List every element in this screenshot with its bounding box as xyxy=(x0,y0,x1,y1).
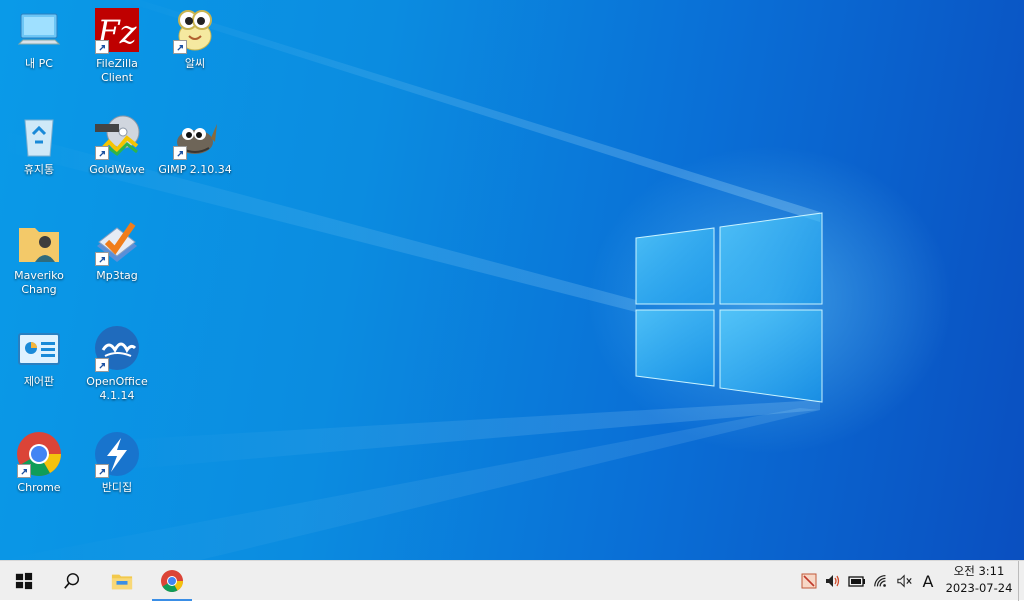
desktop-icon-filezilla[interactable]: Fz FileZilla Client xyxy=(78,6,156,85)
icon-label: Mp3tag xyxy=(96,269,138,282)
desktop-icon-recycle-bin[interactable]: 휴지통 xyxy=(0,112,78,177)
icon-label: Maveriko Chang xyxy=(14,269,64,296)
shortcut-arrow-icon xyxy=(95,146,109,160)
mute-icon xyxy=(897,574,912,588)
search-icon xyxy=(64,573,80,589)
control-panel-icon xyxy=(15,324,63,372)
input-mode-icon: A xyxy=(922,571,934,591)
alsee-icon xyxy=(171,6,219,54)
chrome-taskbar-button[interactable] xyxy=(152,561,192,601)
desktop-icon-alsee[interactable]: 알씨 xyxy=(156,6,234,71)
desktop-icon-gimp[interactable]: GIMP 2.10.34 xyxy=(156,112,234,177)
desktop-icon-user-folder[interactable]: Maveriko Chang xyxy=(0,218,78,297)
desktop-icon-chrome[interactable]: Chrome xyxy=(0,430,78,495)
speaker-icon xyxy=(826,575,840,587)
mp3tag-icon xyxy=(93,218,141,266)
icon-label: GIMP 2.10.34 xyxy=(158,163,232,176)
shortcut-arrow-icon xyxy=(95,252,109,266)
desktop: 내 PC 휴지통 Maveriko Chang 제어판 Chrome Fz Fi… xyxy=(0,0,1024,560)
tray-network[interactable] xyxy=(870,561,892,601)
shortcut-arrow-icon xyxy=(95,40,109,54)
icon-label: 휴지통 xyxy=(23,163,55,176)
clock[interactable]: 오전 3:11 2023-07-24 xyxy=(940,563,1018,597)
filezilla-icon: Fz xyxy=(93,6,141,54)
desktop-icon-control-panel[interactable]: 제어판 xyxy=(0,324,78,389)
icon-label: 반디집 xyxy=(101,481,133,494)
start-button[interactable] xyxy=(4,561,44,601)
chrome-icon xyxy=(161,570,183,592)
icon-label: OpenOffice 4.1.14 xyxy=(86,375,148,402)
windows-logo xyxy=(635,212,823,403)
tray-volume[interactable] xyxy=(822,561,844,601)
goldwave-icon xyxy=(93,112,141,160)
shortcut-arrow-icon xyxy=(173,146,187,160)
icon-label: GoldWave xyxy=(89,163,145,176)
chrome-icon xyxy=(15,430,63,478)
file-explorer-button[interactable] xyxy=(102,561,142,601)
recycle-bin-icon xyxy=(15,112,63,160)
file-explorer-icon xyxy=(111,574,133,590)
windows-start-icon xyxy=(15,572,33,590)
gimp-icon xyxy=(171,112,219,160)
tray-battery[interactable] xyxy=(846,561,868,601)
input-mode-indicator[interactable]: A xyxy=(918,561,938,601)
icon-label: Chrome xyxy=(17,481,61,494)
icon-label: 내 PC xyxy=(25,57,53,70)
tray-mute[interactable] xyxy=(894,561,916,601)
search-button[interactable] xyxy=(52,561,92,601)
icon-label: FileZilla Client xyxy=(96,57,138,84)
desktop-icon-mp3tag[interactable]: Mp3tag xyxy=(78,218,156,283)
desktop-icon-goldwave[interactable]: GoldWave xyxy=(78,112,156,177)
desktop-icon-bandizip[interactable]: 반디집 xyxy=(78,430,156,495)
shortcut-arrow-icon xyxy=(95,358,109,372)
shortcut-arrow-icon xyxy=(17,464,31,478)
this-pc-icon xyxy=(15,6,63,54)
icon-label: 알씨 xyxy=(184,57,206,70)
show-desktop-button[interactable] xyxy=(1018,561,1024,601)
taskbar: A 오전 3:11 2023-07-24 xyxy=(0,560,1024,601)
blocked-app-icon xyxy=(801,573,817,589)
icon-label: 제어판 xyxy=(23,375,55,388)
desktop-icon-openoffice[interactable]: OpenOffice 4.1.14 xyxy=(78,324,156,403)
tray-blocked-app[interactable] xyxy=(800,561,818,601)
battery-icon xyxy=(848,576,865,587)
clock-date: 2023-07-24 xyxy=(945,581,1013,595)
user-folder-icon xyxy=(15,218,63,266)
shortcut-arrow-icon xyxy=(173,40,187,54)
shortcut-arrow-icon xyxy=(95,464,109,478)
desktop-icon-this-pc[interactable]: 내 PC xyxy=(0,6,78,71)
openoffice-icon xyxy=(93,324,141,372)
bandizip-icon xyxy=(93,430,141,478)
clock-time: 오전 3:11 xyxy=(953,564,1005,578)
network-icon xyxy=(874,575,886,587)
